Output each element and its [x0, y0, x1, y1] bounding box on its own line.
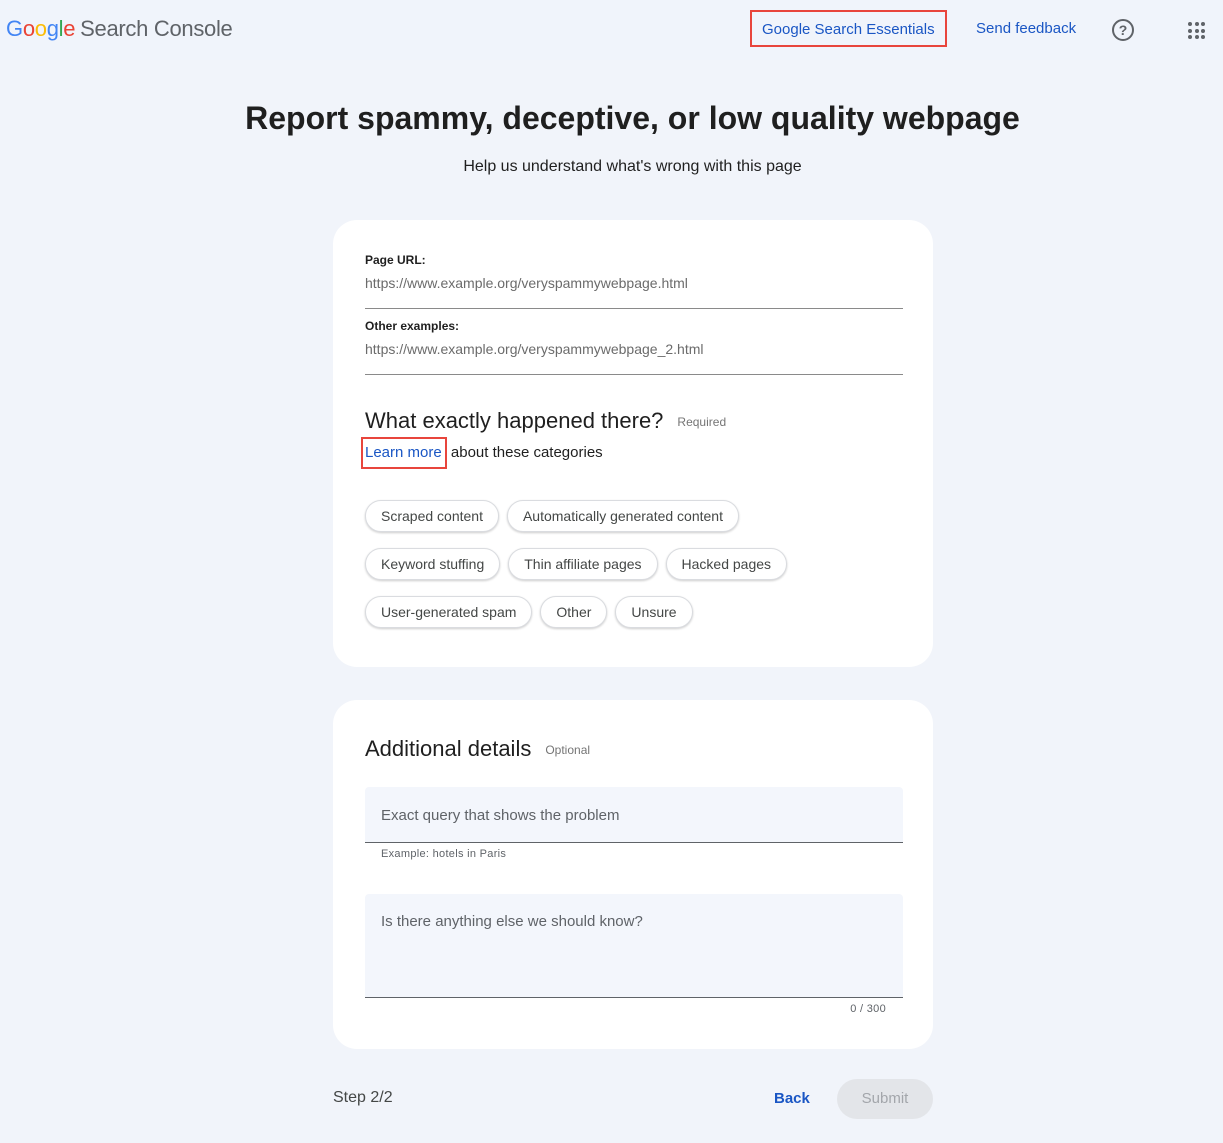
page-url-label: Page URL: [365, 253, 426, 267]
chip-keyword-stuffing[interactable]: Keyword stuffing [365, 548, 501, 580]
back-button[interactable]: Back [774, 1090, 810, 1107]
chip-automatically-generated-content[interactable]: Automatically generated content [506, 500, 739, 532]
logo-letter: g [46, 16, 59, 41]
help-icon[interactable]: ? [1112, 19, 1134, 41]
other-examples-label: Other examples: [365, 319, 460, 333]
send-feedback-link[interactable]: Send feedback [976, 20, 1076, 37]
category-chips: Scraped content Automatically generated … [365, 500, 865, 644]
details-section-title: Additional details Optional [365, 736, 590, 762]
top-bar: Google Search Console Google Search Essen… [0, 0, 1223, 60]
page-title: Report spammy, deceptive, or low quality… [245, 100, 1020, 136]
other-examples-value: https://www.example.org/veryspammywebpag… [365, 341, 704, 357]
chip-user-generated-spam[interactable]: User-generated spam [365, 596, 533, 628]
chip-unsure[interactable]: Unsure [615, 596, 693, 628]
logo-letter: e [63, 16, 76, 41]
details-title-text: Additional details [365, 736, 532, 761]
apps-dot [1188, 28, 1192, 33]
additional-notes-placeholder: Is there anything else we should know? [381, 913, 643, 930]
learn-more-suffix: about these categories [446, 444, 603, 461]
apps-dot [1194, 35, 1199, 39]
apps-dot [1188, 22, 1192, 26]
exact-query-input[interactable]: Exact query that shows the problem [365, 787, 903, 843]
google-search-essentials-link[interactable]: Google Search Essentials [750, 10, 947, 47]
apps-dot [1188, 35, 1192, 39]
submit-button[interactable]: Submit [837, 1079, 933, 1119]
exact-query-placeholder: Exact query that shows the problem [381, 807, 620, 824]
additional-details-card: Additional details Optional Exact query t… [333, 700, 933, 1049]
chip-other[interactable]: Other [540, 596, 608, 628]
chip-row: Scraped content Automatically generated … [365, 500, 865, 532]
apps-grid-icon[interactable] [1188, 22, 1205, 39]
chip-thin-affiliate-pages[interactable]: Thin affiliate pages [508, 548, 658, 580]
chip-scraped-content[interactable]: Scraped content [365, 500, 499, 532]
optional-tag: Optional [545, 743, 591, 758]
logo-letter: G [6, 16, 23, 41]
apps-dot [1201, 28, 1205, 33]
apps-dot [1194, 28, 1199, 33]
chip-hacked-pages[interactable]: Hacked pages [665, 548, 788, 580]
other-examples-divider [365, 374, 903, 375]
product-name: Search Console [80, 16, 233, 41]
apps-dot [1201, 35, 1205, 39]
apps-dot [1194, 22, 1199, 26]
page-url-value: https://www.example.org/veryspammywebpag… [365, 275, 688, 291]
chip-row: User-generated spam Other Unsure [365, 596, 865, 628]
additional-notes-textarea[interactable]: Is there anything else we should know? [365, 894, 903, 998]
page-subtitle: Help us understand what's wrong with thi… [463, 158, 802, 175]
learn-more-link[interactable]: Learn more [361, 437, 447, 469]
report-category-card: Page URL: https://www.example.org/verysp… [333, 220, 933, 667]
category-title-text: What exactly happened there? [365, 408, 664, 433]
category-section-title: What exactly happened there? Required [365, 408, 726, 434]
exact-query-helper: Example: hotels in Paris [381, 848, 507, 860]
apps-dot [1201, 22, 1205, 26]
page-url-divider [365, 308, 903, 309]
logo-letter: o [22, 16, 35, 41]
search-console-logo[interactable]: Google Search Console [6, 16, 233, 42]
character-counter: 0 / 300 [850, 1003, 886, 1015]
logo-letter: o [34, 16, 47, 41]
required-tag: Required [677, 415, 727, 430]
learn-more-row: Learn more about these categories [361, 437, 603, 469]
chip-row: Keyword stuffing Thin affiliate pages Ha… [365, 548, 865, 580]
step-indicator: Step 2/2 [333, 1089, 393, 1106]
